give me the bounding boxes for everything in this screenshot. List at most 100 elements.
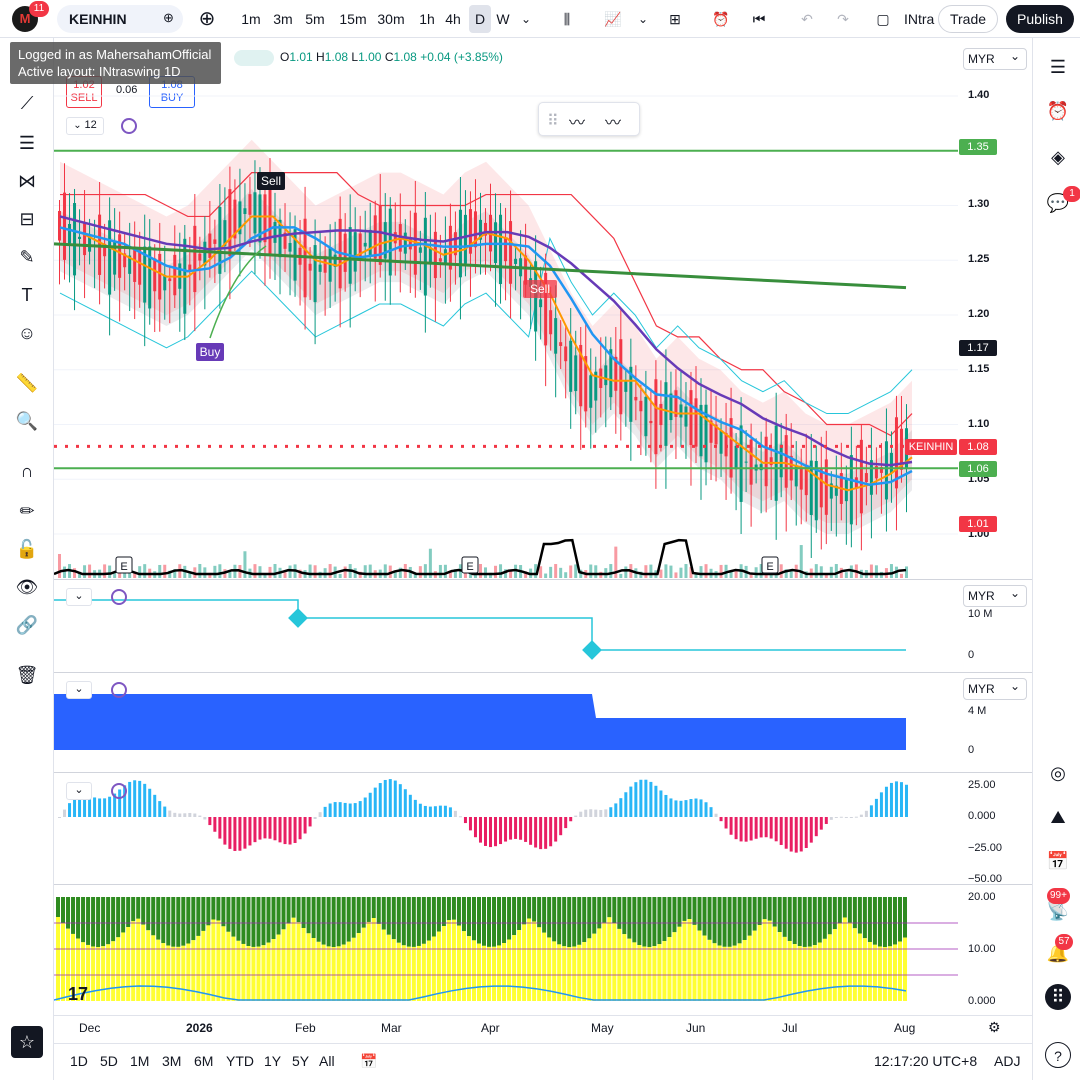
trash-icon[interactable]: 🗑 [14,662,40,688]
pane3-sync-icon[interactable] [111,682,127,698]
range-1Y[interactable]: 1Y [264,1053,281,1069]
pattern-icon[interactable]: ⋈ [14,168,40,194]
alerts-icon[interactable]: ⏰ [1045,98,1071,124]
brush-icon[interactable]: ✎ [14,244,40,270]
interval-4h[interactable]: 4h [442,5,464,33]
pane5-green-bar [722,897,727,947]
interval-1h[interactable]: 1h [416,5,438,33]
range-YTD[interactable]: YTD [226,1053,254,1069]
histogram-bar [689,799,693,817]
symbol-search[interactable]: KEINHIN ⊕ [57,5,183,33]
pane5-green-bar [71,897,76,934]
pane2-collapse-button[interactable]: ⌄ [66,588,92,606]
symbol-name: KEINHIN [69,11,127,27]
redo-icon[interactable]: ↷ [832,5,854,33]
interval-W[interactable]: W [492,5,514,33]
range-All[interactable]: All [319,1053,335,1069]
histogram-bar [639,779,643,817]
price-chart[interactable]: Sell Buy Sell E E E 17 [54,38,1032,1038]
lock-icon[interactable]: 🔓 [14,536,40,562]
calendar-icon[interactable]: 📅 [1045,848,1071,874]
replay-icon[interactable]: ⏮ [748,5,770,33]
pane5-yellow-bar [391,939,396,1001]
currency-select-main[interactable]: MYR [963,46,1027,70]
interval-dropdown-icon[interactable]: ⌄ [518,5,534,33]
emoji-icon[interactable]: ☺ [14,320,40,346]
ideas-icon[interactable]: ◎ [1045,760,1071,786]
pane5-yellow-bar [627,938,632,1001]
currency-select-pane2[interactable]: MYR [963,583,1027,607]
candle-body [228,189,232,257]
interval-3m[interactable]: 3m [272,5,294,33]
volume-bar [704,564,708,578]
histogram-bar [794,817,798,853]
pane5-yellow-bar [877,946,882,1001]
pine-icon[interactable]: ⛰ [1045,804,1071,830]
pane4-sync-icon[interactable] [111,783,127,799]
range-6M[interactable]: 6M [194,1053,213,1069]
interval-5m[interactable]: 5m [304,5,326,33]
text-icon[interactable]: T [14,282,40,308]
position-icon[interactable]: ⊟ [14,206,40,232]
bar-style-icon[interactable]: ⫼ [556,5,578,33]
date-range-icon[interactable]: 📅 [360,1053,377,1070]
settings-gear-icon[interactable]: ⚙ [988,1019,1001,1036]
layers-icon[interactable]: ◈ [1045,144,1071,170]
ruler-icon[interactable]: 📏 [14,370,40,396]
layout-icon[interactable]: ▢ [872,5,894,33]
time-axis[interactable]: Dec 2026 Feb Mar Apr May Jun Jul Aug ⚙ [54,1015,1032,1039]
pane-separator-2[interactable] [54,672,1032,673]
pane5-yellow-bar [882,946,887,1001]
pane-separator-4[interactable] [54,884,1032,885]
pane3-collapse-button[interactable]: ⌄ [66,681,92,699]
trade-button[interactable]: Trade [938,5,998,33]
watchlist-icon[interactable]: ☰ [1045,54,1071,80]
undo-icon[interactable]: ↶ [796,5,818,33]
histogram-bar [789,817,793,852]
apps-grid-icon[interactable]: ⠿ [1045,984,1071,1010]
currency-select-pane3[interactable]: MYR [963,676,1027,700]
range-1M[interactable]: 1M [130,1053,149,1069]
compare-add-icon[interactable]: ⊕ [196,5,218,33]
add-symbol-icon[interactable]: ⊕ [163,10,174,26]
alert-icon[interactable]: ⏰ [710,5,732,33]
fib-retracement-icon[interactable]: ☰ [14,130,40,156]
eye-icon[interactable]: 👁 [14,574,40,600]
magnet-icon[interactable]: ∩ [14,458,40,484]
histogram-bar [363,797,367,817]
interval-1m[interactable]: 1m [240,5,262,33]
publish-button[interactable]: Publish [1006,5,1074,33]
pane5-yellow-bar [827,934,832,1001]
help-icon[interactable]: ? [1045,1042,1071,1068]
pane2-sync-icon[interactable] [111,589,127,605]
zoom-in-icon[interactable]: 🔍 [14,408,40,434]
pane-separator-3[interactable] [54,772,1032,773]
adjust-button[interactable]: ADJ [994,1053,1020,1069]
pane-separator-1[interactable] [54,579,1032,580]
indicators-icon[interactable]: 📈 [602,5,624,33]
candle-body [273,222,277,243]
interval-15m[interactable]: 15m [336,5,370,33]
price-tick: 1.20 [968,308,990,320]
range-5D[interactable]: 5D [100,1053,118,1069]
histogram-bar [754,817,758,839]
histogram-bar [574,815,578,817]
trend-line-icon[interactable]: ⟋ [14,90,40,116]
pane4-collapse-button[interactable]: ⌄ [66,782,92,800]
interval-D[interactable]: D [469,5,491,33]
interval-30m[interactable]: 30m [374,5,408,33]
range-1D[interactable]: 1D [70,1053,88,1069]
indicators-dropdown-icon[interactable]: ⌄ [636,5,650,33]
layout-name[interactable]: INtra [904,5,936,33]
pane5-yellow-bar [236,940,241,1001]
notifications-badge: 57 [1055,934,1073,950]
link-icon[interactable]: 🔗 [14,612,40,638]
clock[interactable]: 12:17:20 UTC+8 [874,1053,977,1069]
templates-icon[interactable]: ⊞ [664,5,686,33]
range-3M[interactable]: 3M [162,1053,181,1069]
range-5Y[interactable]: 5Y [292,1053,309,1069]
star-favorites-icon[interactable]: ☆ [11,1026,43,1058]
histogram-bar [453,810,457,817]
lock-pencil-icon[interactable]: ✏ [14,498,40,524]
pane5-green-bar [281,897,286,930]
